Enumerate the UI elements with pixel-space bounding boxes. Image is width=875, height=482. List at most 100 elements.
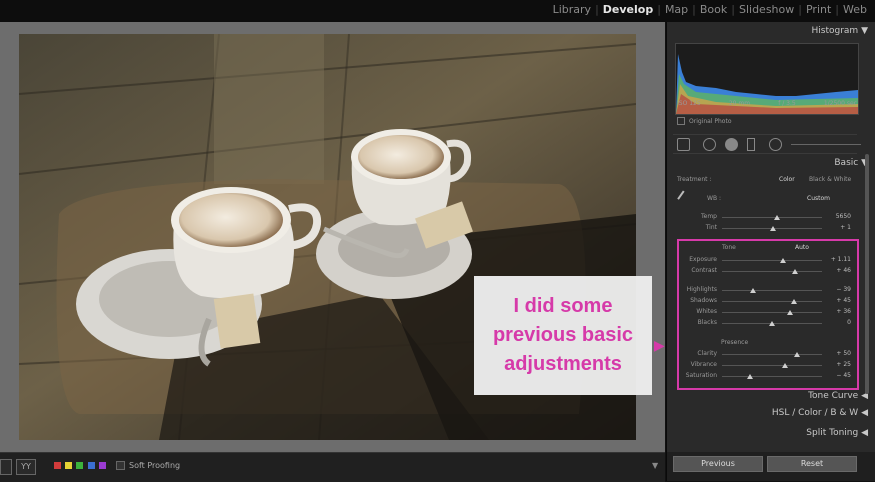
temp-label: Temp xyxy=(701,213,717,220)
hsl-header[interactable]: HSL / Color / B & W ◀ xyxy=(772,408,868,418)
whites-slider-handle[interactable] xyxy=(787,310,793,315)
clarity-slider-handle[interactable] xyxy=(794,352,800,357)
saturation-slider-track[interactable] xyxy=(722,376,822,377)
hsl-tab[interactable]: HSL xyxy=(772,408,790,418)
before-after-button[interactable]: YY xyxy=(16,459,36,475)
contrast-slider-track[interactable] xyxy=(722,271,822,272)
exposure-value[interactable]: + 1.11 xyxy=(821,256,851,263)
module-print[interactable]: Print xyxy=(802,3,835,16)
tone-label: Tone xyxy=(722,244,736,251)
module-develop[interactable]: Develop xyxy=(599,3,657,16)
histogram-title: Histogram xyxy=(811,26,859,36)
red-eye-icon[interactable] xyxy=(725,138,738,151)
shutter: 1/2500 sec xyxy=(823,100,857,107)
tint-value[interactable]: + 1 xyxy=(821,224,851,231)
crop-icon[interactable] xyxy=(677,138,690,151)
basic-header[interactable]: Basic ▼ xyxy=(834,158,868,168)
iso: ISO 125 xyxy=(677,100,701,107)
reset-button[interactable]: Reset xyxy=(767,456,857,472)
shadows-label: Shadows xyxy=(690,297,717,304)
wb-value[interactable]: Custom xyxy=(807,195,830,202)
develop-panel: Histogram ▼ ISO 125 20 mm f / 3.5 1/2500… xyxy=(666,22,875,481)
treatment-color[interactable]: Color xyxy=(779,176,795,183)
temp-slider-track[interactable] xyxy=(722,217,822,218)
treatment-label: Treatment : xyxy=(677,176,712,183)
blacks-slider-handle[interactable] xyxy=(769,321,775,326)
tone-curve-header[interactable]: Tone Curve ◀ xyxy=(808,391,868,401)
loupe-view-button[interactable] xyxy=(0,459,12,475)
radial-filter-icon[interactable] xyxy=(769,138,782,151)
vibrance-slider-track[interactable] xyxy=(722,365,822,366)
clarity-label: Clarity xyxy=(697,350,717,357)
toolbar: YY Soft Proofing ▼ xyxy=(0,452,665,482)
original-photo-toggle[interactable]: Original Photo xyxy=(677,117,732,125)
exposure-slider-track[interactable] xyxy=(722,260,822,261)
contrast-label: Contrast xyxy=(691,267,717,274)
saturation-slider-handle[interactable] xyxy=(747,374,753,379)
treatment-bw[interactable]: Black & White xyxy=(809,176,851,183)
soft-proofing-label: Soft Proofing xyxy=(129,461,181,470)
color-label-purple[interactable] xyxy=(99,462,106,469)
original-photo-checkbox[interactable] xyxy=(677,117,685,125)
basic-title: Basic xyxy=(834,158,859,168)
shadows-slider-handle[interactable] xyxy=(791,299,797,304)
module-slideshow[interactable]: Slideshow xyxy=(735,3,798,16)
whites-slider-track[interactable] xyxy=(722,312,822,313)
soft-proofing-toggle[interactable]: Soft Proofing xyxy=(116,461,180,470)
highlights-slider-track[interactable] xyxy=(722,290,822,291)
chevron-down-icon[interactable]: ▼ xyxy=(652,461,658,470)
panel-scrollbar[interactable] xyxy=(865,154,869,394)
soft-proofing-checkbox[interactable] xyxy=(116,461,125,470)
top-nav-bar: Library | Develop | Map | Book | Slidesh… xyxy=(0,0,875,22)
blacks-label: Blacks xyxy=(697,319,717,326)
wb-label: WB : xyxy=(707,195,721,202)
tint-label: Tint xyxy=(705,224,717,231)
clarity-slider-track[interactable] xyxy=(722,354,822,355)
brush-slider[interactable] xyxy=(791,144,861,145)
graduated-filter-icon[interactable] xyxy=(747,138,755,151)
exposure-slider-handle[interactable] xyxy=(780,258,786,263)
color-tab[interactable]: Color xyxy=(798,408,822,418)
tint-slider-handle[interactable] xyxy=(770,226,776,231)
module-library[interactable]: Library xyxy=(549,3,595,16)
spot-removal-icon[interactable] xyxy=(703,138,716,151)
highlights-value[interactable]: − 39 xyxy=(821,286,851,293)
module-map[interactable]: Map xyxy=(661,3,692,16)
shadows-slider-track[interactable] xyxy=(722,301,822,302)
module-book[interactable]: Book xyxy=(696,3,731,16)
annotation-callout: I did some previous basic adjustments xyxy=(474,276,652,395)
previous-button[interactable]: Previous xyxy=(673,456,763,472)
saturation-label: Saturation xyxy=(685,372,717,379)
panel-bottom-bar: Previous Reset xyxy=(667,452,875,481)
split-toning-header[interactable]: Split Toning ◀ xyxy=(806,428,868,438)
whites-value[interactable]: + 36 xyxy=(821,308,851,315)
vibrance-value[interactable]: + 25 xyxy=(821,361,851,368)
temp-value[interactable]: 5650 xyxy=(821,213,851,220)
color-label-yellow[interactable] xyxy=(65,462,72,469)
saturation-value[interactable]: − 45 xyxy=(821,372,851,379)
color-label-blue[interactable] xyxy=(88,462,95,469)
module-web[interactable]: Web xyxy=(839,3,871,16)
original-photo-label: Original Photo xyxy=(689,117,732,125)
color-label-red[interactable] xyxy=(54,462,61,469)
split-toning-title: Split Toning xyxy=(806,428,859,438)
focal-length: 20 mm xyxy=(728,100,751,107)
histogram-header[interactable]: Histogram ▼ xyxy=(812,26,868,36)
highlights-slider-handle[interactable] xyxy=(750,288,756,293)
highlights-label: Highlights xyxy=(686,286,717,293)
image-viewer[interactable]: I did some previous basic adjustments ▶ xyxy=(0,22,665,452)
vibrance-slider-handle[interactable] xyxy=(782,363,788,368)
presence-label: Presence xyxy=(721,339,749,346)
whites-label: Whites xyxy=(696,308,717,315)
color-label-green[interactable] xyxy=(76,462,83,469)
temp-slider-handle[interactable] xyxy=(774,215,780,220)
blacks-value[interactable]: 0 xyxy=(821,319,851,326)
bw-tab[interactable]: B & W xyxy=(830,408,858,418)
tone-curve-title: Tone Curve xyxy=(808,391,859,401)
contrast-value[interactable]: + 46 xyxy=(821,267,851,274)
auto-button[interactable]: Auto xyxy=(795,244,809,251)
exposure-label: Exposure xyxy=(689,256,717,263)
contrast-slider-handle[interactable] xyxy=(792,269,798,274)
clarity-value[interactable]: + 50 xyxy=(821,350,851,357)
shadows-value[interactable]: + 45 xyxy=(821,297,851,304)
